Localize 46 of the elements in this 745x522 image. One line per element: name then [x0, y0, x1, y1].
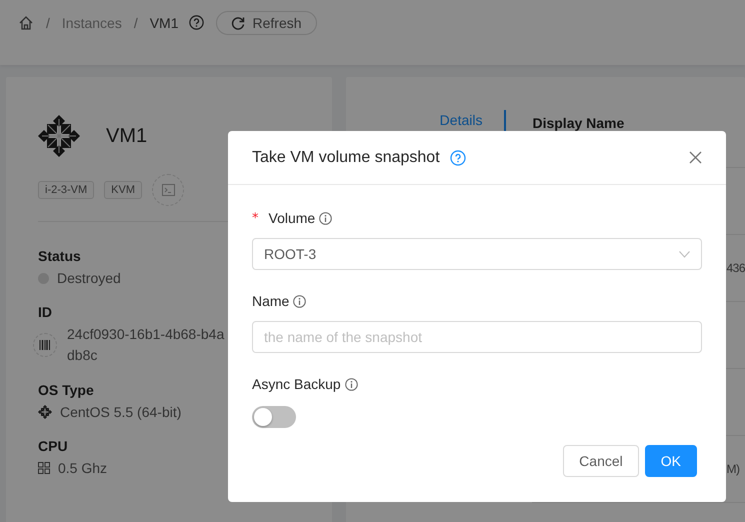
breadcrumb-separator: / [46, 14, 50, 30]
field-label: OS Type [38, 381, 94, 400]
field-value: 0.5 Ghz [58, 459, 108, 478]
barcode-icon [39, 339, 51, 351]
name-input[interactable]: the name of the snapshot [252, 321, 702, 353]
help-icon [188, 15, 204, 30]
dialog-title: Take VM volume snapshot [252, 148, 440, 166]
barcode-button[interactable] [33, 333, 57, 357]
instance-name: VM1 [106, 124, 148, 148]
breadcrumb-separator: / [134, 14, 138, 30]
chevron-down-icon [679, 250, 690, 258]
info-icon [293, 294, 306, 308]
breadcrumb-current: VM1 [150, 14, 179, 30]
field-value: CentOS 5.5 (64-bit) [60, 403, 182, 422]
breadcrumb-link[interactable]: Instances [62, 14, 122, 30]
logo-icon [38, 115, 80, 157]
field-value: 436 [726, 261, 745, 275]
field-value: M) [726, 462, 740, 476]
field-label: Name [252, 293, 290, 309]
ok-button[interactable]: OK [644, 445, 697, 477]
home-icon [18, 14, 34, 30]
grid-icon [38, 462, 50, 474]
info-icon [344, 378, 358, 390]
field-value: Destroyed [57, 269, 121, 288]
field-label: Volume [268, 210, 316, 226]
info-icon [319, 212, 332, 224]
required-mark: * [252, 210, 258, 226]
field-label: CPU [38, 437, 68, 456]
tag: KVM [104, 181, 142, 199]
close-button[interactable] [689, 151, 702, 164]
refresh-button[interactable]: Refresh [216, 10, 317, 34]
field-value: 24cf0930-16b1-4b68-b4a [67, 325, 224, 344]
field-label: Display Name [532, 115, 624, 131]
help-icon [450, 150, 466, 166]
close-icon [689, 151, 702, 164]
field-label: Async Backup [252, 376, 341, 392]
volume-select[interactable]: ROOT-3 [252, 238, 702, 270]
field-label: ID [38, 303, 52, 322]
logo-icon [38, 405, 52, 419]
reload-icon [230, 16, 245, 30]
toggle-switch[interactable] [252, 406, 296, 428]
terminal-icon [162, 184, 175, 196]
cancel-button[interactable]: Cancel [563, 445, 639, 477]
tag: i-2-3-VM [38, 181, 94, 199]
field-label: Status [38, 247, 81, 266]
field-value: db8c [67, 346, 98, 365]
